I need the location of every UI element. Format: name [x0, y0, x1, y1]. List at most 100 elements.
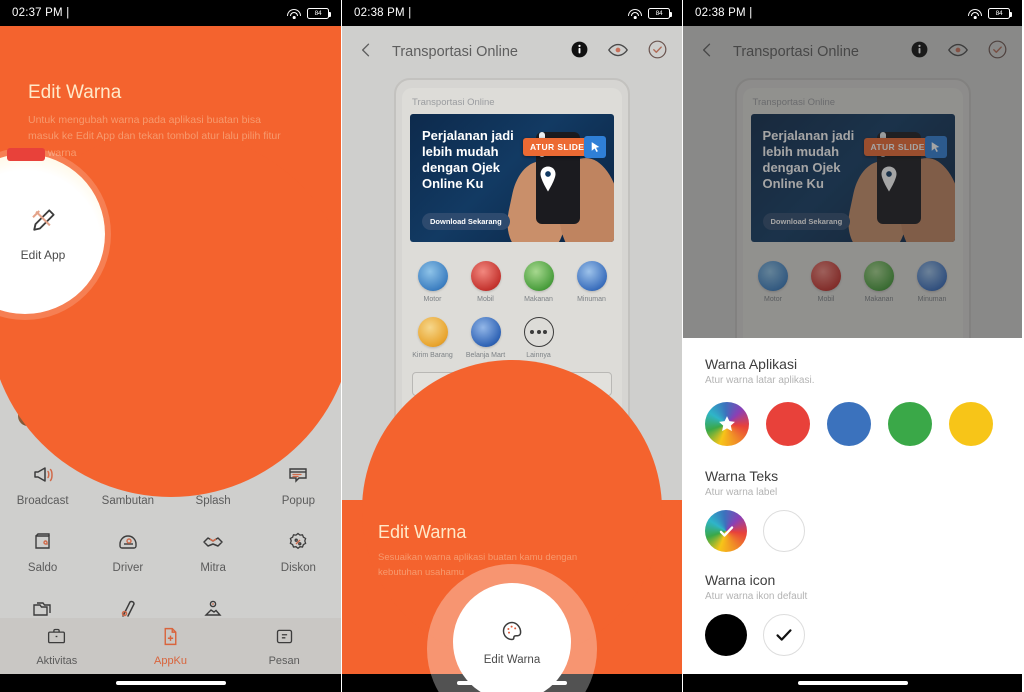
swatch-custom-rainbow[interactable] [705, 510, 747, 552]
status-icons: 84 [628, 7, 672, 19]
megaphone-icon [31, 460, 55, 490]
section-subtitle: Atur warna label [705, 487, 778, 498]
banner-headline: Perjalanan jadi lebih mudah dengan Ojek … [422, 128, 514, 191]
section-warna-icon: Warna icon Atur warna ikon default [705, 572, 1000, 656]
feature-label: Saldo [27, 562, 58, 574]
app-grid-row-1: Motor Mobil Makanan Minuman [406, 254, 618, 310]
cursor-icon [584, 136, 606, 158]
app-item-kirim-barang[interactable]: Kirim Barang [406, 310, 459, 366]
preview-button[interactable] [607, 39, 629, 66]
feature-driver[interactable]: Driver [85, 518, 170, 585]
handshake-icon [201, 527, 225, 557]
app-item-lainnya[interactable]: Lainnya [512, 310, 565, 366]
mockup-app-title: Transportasi Online [412, 97, 495, 108]
mockup-banner[interactable]: Perjalanan jadi lebih mudah dengan Ojek … [410, 114, 614, 242]
panel1-body: ad beri Tutorial dasar untuk bikin aplik… [0, 26, 341, 692]
battery-icon: 84 [648, 7, 672, 19]
nav-label: Pesan [268, 654, 300, 667]
swatch-white-selected[interactable] [763, 614, 805, 656]
battery-level: 84 [314, 9, 322, 17]
swatch-white[interactable] [763, 510, 805, 552]
app-bar-title: Transportasi Online [392, 44, 518, 60]
helmet-icon [116, 527, 140, 557]
phone-screen-2: 02:38 PM | 84 Transportasi Online Transp… [341, 0, 683, 692]
screenshot-root: 02:37 PM | 84 ad beri Tutorial dasar unt… [0, 0, 1024, 692]
discount-badge-icon [286, 527, 310, 557]
banner-cta[interactable]: Download Sekarang [422, 213, 510, 230]
app-item-minuman[interactable]: Minuman [565, 254, 618, 310]
feature-row-2: Saldo Driver Mitra Diskon [0, 518, 341, 585]
app-item-makanan[interactable]: Makanan [512, 254, 565, 310]
feature-label: Driver [112, 562, 144, 574]
more-dots-icon [523, 317, 554, 347]
phone-screen-1: 02:37 PM | 84 ad beri Tutorial dasar unt… [0, 0, 341, 692]
app-item-belanja-mart[interactable]: Belanja Mart [459, 310, 512, 366]
swatch-green[interactable] [888, 402, 932, 446]
swatch-red[interactable] [766, 402, 810, 446]
app-item-label: Minuman [577, 296, 606, 303]
car-icon [470, 261, 501, 291]
battery-icon: 84 [307, 7, 331, 19]
message-icon [274, 626, 295, 652]
status-bar-2: 02:38 PM | 84 [342, 0, 682, 26]
app-item-label: Kirim Barang [412, 352, 453, 359]
drink-icon [576, 261, 607, 291]
swatch-black[interactable] [705, 614, 747, 656]
section-subtitle: Atur warna ikon default [705, 591, 808, 602]
app-item-motor[interactable]: Motor [406, 254, 459, 310]
feature-saldo[interactable]: Saldo [0, 518, 85, 585]
feature-label: Mitra [200, 562, 226, 574]
coachmark-description: Untuk mengubah warna pada aplikasi buata… [28, 114, 281, 159]
nav-item-appku[interactable]: AppKu [114, 626, 228, 667]
app-bar-actions [570, 39, 668, 66]
feature-label: Popup [281, 495, 315, 507]
phone-screen-3: 02:38 PM | 84 Transportasi Online Transp… [683, 0, 1022, 692]
feature-label: Splash [195, 495, 231, 507]
coachmark-title: Edit Warna [28, 82, 122, 103]
app-item-label: Belanja Mart [465, 352, 506, 359]
section-title: Warna Aplikasi [705, 356, 798, 372]
spotlight-label: Edit Warna [483, 653, 541, 666]
briefcase-icon [46, 626, 67, 652]
back-arrow-icon[interactable] [356, 40, 382, 65]
status-bar-1: 02:37 PM | 84 [0, 0, 341, 26]
feature-label: Diskon [280, 562, 316, 574]
app-item-empty [565, 310, 618, 366]
nav-item-aktivitas[interactable]: Aktivitas [0, 626, 114, 667]
feature-mitra[interactable]: Mitra [171, 518, 256, 585]
nav-item-pesan[interactable]: Pesan [227, 626, 341, 667]
app-item-label: Makanan [524, 296, 553, 303]
status-time: 02:38 PM | [354, 7, 412, 19]
spotlight-label: Edit App [20, 248, 66, 262]
pencil-edit-icon [28, 206, 58, 241]
swatch-blue[interactable] [827, 402, 871, 446]
bottom-navigation: Aktivitas AppKu Pesan [0, 618, 341, 674]
section-title: Warna icon [705, 572, 776, 588]
status-icons: 84 [968, 7, 1012, 19]
palette-icon [500, 619, 524, 648]
color-settings-sheet: Warna Aplikasi Atur warna latar aplikasi… [683, 338, 1022, 674]
status-time: 02:37 PM | [12, 7, 70, 19]
atur-slide-badge[interactable]: ATUR SLIDE [523, 138, 592, 156]
swatch-custom-rainbow[interactable] [705, 402, 749, 446]
app-item-label: Motor [423, 296, 442, 303]
info-button[interactable] [570, 40, 589, 64]
battery-level: 84 [655, 9, 663, 17]
app-item-label: Lainnya [526, 352, 551, 359]
confirm-button[interactable] [647, 39, 668, 65]
app-item-mobil[interactable]: Mobil [459, 254, 512, 310]
wifi-icon [287, 8, 301, 19]
spotlight-inner[interactable]: Edit Warna [453, 583, 571, 692]
battery-level: 84 [995, 9, 1003, 17]
wifi-icon [968, 8, 982, 19]
shop-icon [470, 317, 501, 347]
wifi-icon [628, 8, 642, 19]
popup-window-icon [286, 460, 310, 490]
status-bar-3: 02:38 PM | 84 [683, 0, 1022, 26]
red-tab-marker [7, 148, 45, 161]
feature-diskon[interactable]: Diskon [256, 518, 341, 585]
dim-scrim [683, 0, 1022, 338]
swatch-yellow[interactable] [949, 402, 993, 446]
status-icons: 84 [287, 7, 331, 19]
delivery-truck-icon [417, 317, 448, 347]
